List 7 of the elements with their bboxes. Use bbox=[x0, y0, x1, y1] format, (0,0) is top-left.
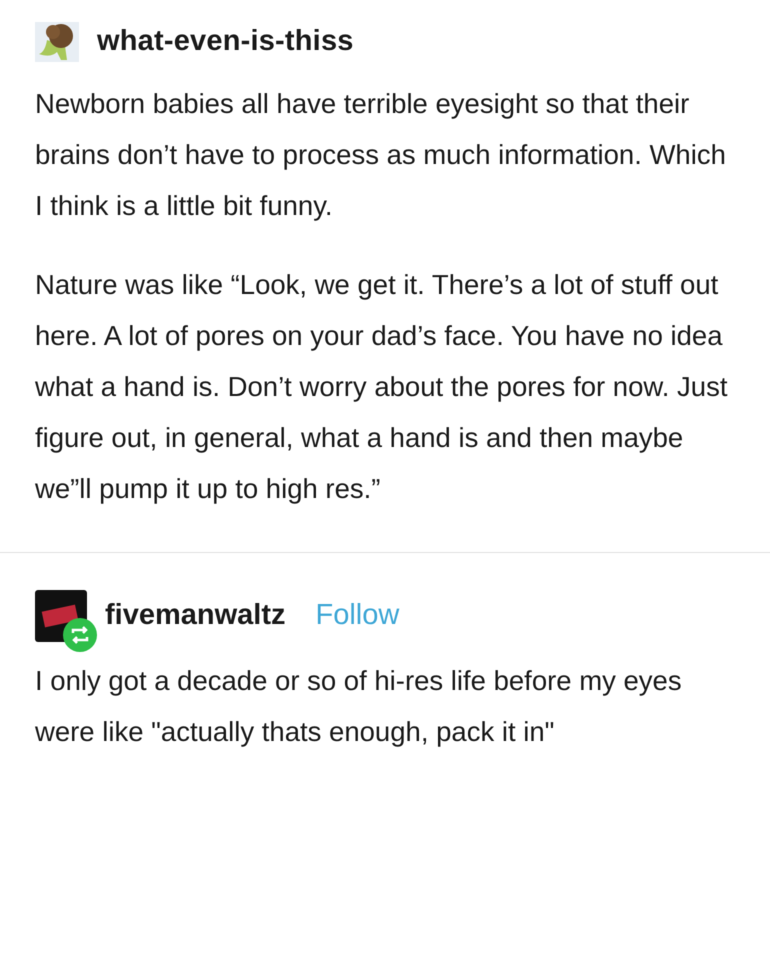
reblog-icon bbox=[63, 618, 97, 652]
username[interactable]: fivemanwaltz bbox=[105, 594, 286, 638]
post-paragraph: Nature was like “Look, we get it. There’s a lot of stuff out here. A lot of pores on your dad’s face. You have no idea what a hand is. Don’t worry about the pores for now. Just figure out, in general, what a hand is and then maybe we”ll pump it up to high res.” bbox=[35, 268, 728, 506]
reply-paragraph: I only got a decade or so of hi-res life before my eyes were like "actually thats enough, pack it in" bbox=[35, 664, 683, 749]
post-paragraph: Newborn babies all have terrible eyesight so that their brains don’t have to process as much information. Which I think is a little bit funny. bbox=[35, 87, 727, 223]
avatar-icon[interactable] bbox=[35, 22, 79, 62]
username[interactable]: what-even-is-thiss bbox=[97, 20, 354, 64]
